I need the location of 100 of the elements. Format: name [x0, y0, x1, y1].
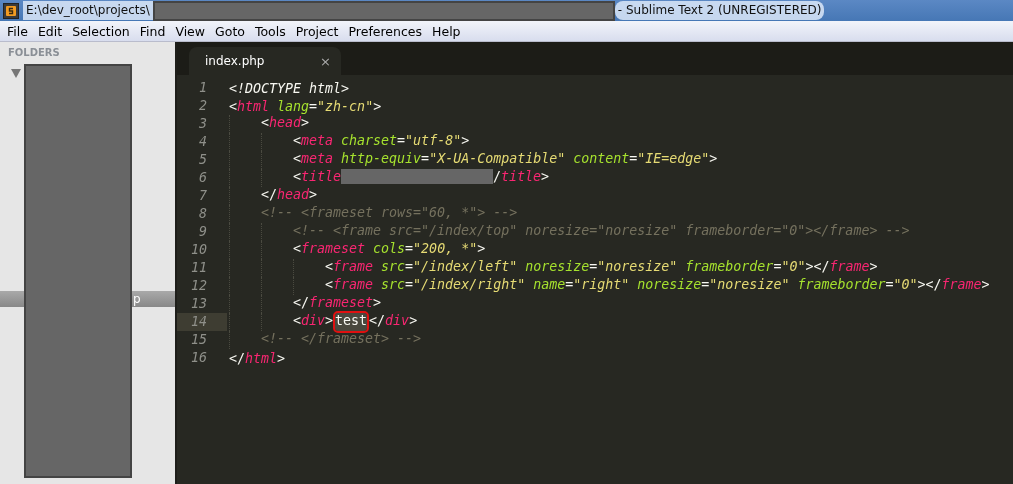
code-punctuation: <: [261, 115, 269, 132]
code-punctuation: =: [309, 98, 318, 114]
code-punctuation: =: [589, 259, 598, 276]
code-punctuation: =: [405, 259, 414, 276]
line-number: 2: [198, 97, 208, 115]
line-number: 5: [198, 151, 208, 169]
code-punctuation: <: [293, 241, 301, 258]
line-number: 14: [177, 313, 227, 331]
attribute-name: content: [572, 151, 630, 168]
code-punctuation: =: [397, 133, 406, 150]
code-punctuation: >: [373, 295, 382, 312]
attribute-name: charset: [340, 133, 398, 150]
attribute-value: "/index/left": [413, 259, 518, 276]
code-comment: <!-- </frameset> -->: [261, 331, 422, 348]
tag-name: frameset: [309, 295, 374, 312]
tag-name: meta: [301, 133, 334, 150]
attribute-value: "200, *": [413, 241, 478, 258]
code-comment: <!-- <frameset rows="60, *"> -->: [261, 205, 518, 222]
code-punctuation: =: [405, 241, 414, 258]
menu-item[interactable]: Selection: [68, 23, 136, 39]
menu-item[interactable]: Project: [291, 23, 345, 39]
attribute-name: src: [380, 277, 406, 294]
line-number: 15: [190, 331, 208, 349]
code-punctuation: >: [461, 133, 470, 150]
tag-name: frame: [829, 259, 870, 276]
tag-name: div: [301, 313, 326, 330]
code-punctuation: >: [541, 169, 550, 186]
attribute-value: "/index/right": [413, 277, 526, 294]
code-punctuation: >: [477, 241, 486, 258]
doctype-declaration: <!DOCTYPE html>: [229, 80, 350, 96]
menu-item[interactable]: Help: [428, 23, 467, 39]
code-punctuation: /: [493, 169, 502, 186]
row-highlight: [0, 291, 24, 307]
file-tab[interactable]: index.php ×: [189, 47, 341, 75]
code-punctuation: ></: [917, 277, 942, 294]
attribute-value: "right": [573, 277, 630, 294]
code-punctuation: </: [229, 350, 245, 366]
tag-name: meta: [301, 151, 334, 168]
code-punctuation: >: [409, 313, 418, 330]
close-icon[interactable]: ×: [320, 53, 331, 69]
menu-item[interactable]: Tools: [250, 23, 292, 39]
attribute-value: "zh-cn": [317, 98, 374, 114]
menu-item[interactable]: Preferences: [344, 23, 429, 39]
window-title: - Sublime Text 2 (UNREGISTERED): [614, 1, 825, 20]
attribute-name: name: [532, 277, 566, 294]
expand-triangle-icon[interactable]: [11, 69, 21, 78]
code-punctuation: >: [709, 151, 718, 168]
attribute-name: src: [380, 259, 406, 276]
code-punctuation: >: [277, 350, 286, 366]
attribute-name: http-equiv: [340, 151, 422, 168]
line-number: 13: [190, 295, 208, 313]
window-title: E:\dev_root\projects\: [23, 1, 153, 20]
code-punctuation: =: [773, 259, 782, 276]
tag-name: head: [277, 187, 310, 204]
menu-item[interactable]: Edit: [33, 23, 69, 39]
code-punctuation: >: [301, 115, 310, 132]
code-punctuation: =: [565, 277, 574, 294]
tag-name: frame: [941, 277, 982, 294]
code-punctuation: <: [293, 313, 301, 330]
line-number: 3: [198, 115, 208, 133]
line-number: 4: [198, 133, 208, 151]
tag-name: html: [237, 98, 270, 114]
tag-name: frame: [333, 259, 374, 276]
code-punctuation: >: [325, 313, 334, 330]
attribute-value: "utf-8": [405, 133, 462, 150]
menu-item[interactable]: Find: [135, 23, 172, 39]
attribute-name: cols: [372, 241, 406, 258]
line-number: 9: [198, 223, 208, 241]
tag-name: frame: [333, 277, 374, 294]
code-punctuation: </: [261, 187, 277, 204]
attribute-name: lang: [276, 98, 310, 114]
tag-name: title: [501, 169, 542, 186]
code-punctuation: ></: [805, 259, 830, 276]
code-punctuation: >: [373, 98, 382, 114]
app-icon: [3, 2, 19, 19]
code-punctuation: >: [981, 277, 990, 294]
code-punctuation: >: [309, 187, 318, 204]
tag-name: html: [245, 350, 278, 366]
menu-item[interactable]: Goto: [211, 23, 251, 39]
attribute-value: "0": [893, 277, 918, 294]
code-punctuation: =: [629, 151, 638, 168]
code-punctuation: <: [293, 169, 301, 186]
code-punctuation: =: [885, 277, 894, 294]
tag-name: title: [301, 169, 342, 186]
sidebar-heading: FOLDERS: [8, 47, 60, 58]
menu-item[interactable]: View: [171, 23, 212, 39]
attribute-name: noresize: [524, 259, 590, 276]
code-punctuation: =: [405, 277, 414, 294]
attribute-name: noresize: [636, 277, 702, 294]
line-number: 16: [190, 349, 208, 367]
menu-item[interactable]: File: [3, 23, 34, 39]
tag-name: frameset: [301, 241, 366, 258]
line-number: 12: [190, 277, 208, 295]
code-punctuation: </: [293, 295, 309, 312]
attribute-name: frameborder: [796, 277, 886, 294]
code-punctuation: <: [325, 259, 333, 276]
code-punctuation: =: [701, 277, 710, 294]
line-number: 1: [198, 79, 208, 97]
line-number: 7: [198, 187, 208, 205]
selected-text: test: [335, 313, 368, 331]
